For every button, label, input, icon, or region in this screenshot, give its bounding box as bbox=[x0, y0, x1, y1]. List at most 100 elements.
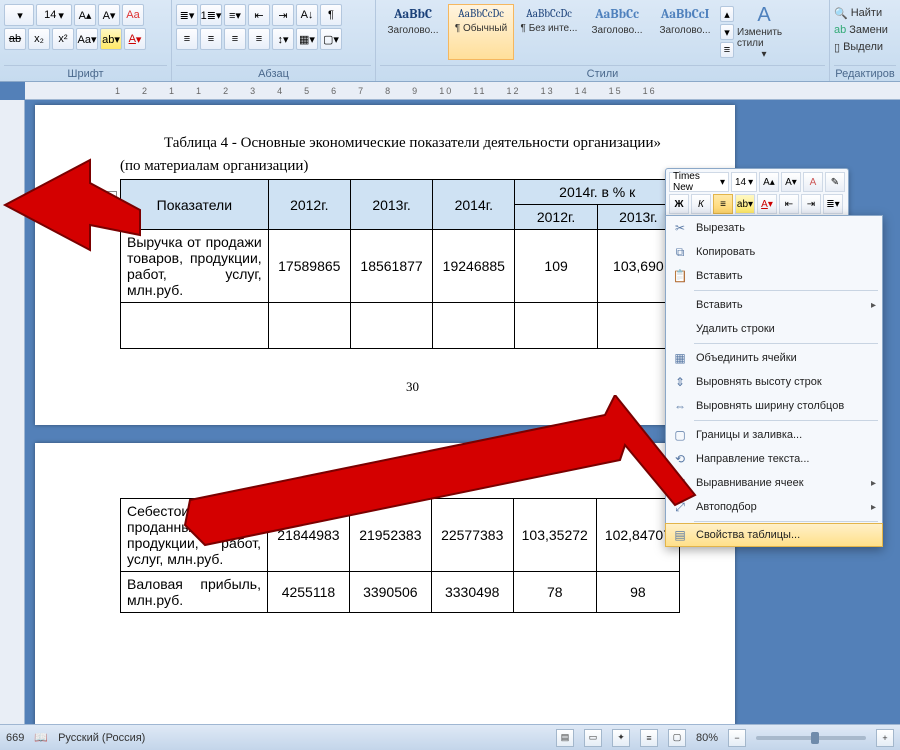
ctx-autofit[interactable]: ⤢Автоподбор bbox=[666, 495, 882, 519]
mini-italic[interactable]: К bbox=[691, 194, 711, 214]
mini-size-combo[interactable]: 14▾ bbox=[731, 172, 757, 192]
vertical-ruler[interactable] bbox=[0, 100, 25, 724]
table-move-handle[interactable]: ✥ bbox=[103, 191, 117, 205]
view-fullscreen[interactable]: ▭ bbox=[584, 729, 602, 747]
main-table-2[interactable]: Себестоимость проданных товаров, продукц… bbox=[120, 498, 680, 613]
shrink-font-button[interactable]: A▾ bbox=[98, 4, 120, 26]
style-nospace[interactable]: AaBbCcDc¶ Без инте... bbox=[516, 4, 582, 60]
align-right-button[interactable]: ≡ bbox=[224, 28, 246, 50]
th-sub-2012[interactable]: 2012г. bbox=[515, 205, 597, 230]
ctx-text-direction[interactable]: ⟲Направление текста... bbox=[666, 447, 882, 471]
cell-value[interactable]: 103,35272 bbox=[513, 499, 596, 572]
mini-highlight[interactable]: ab▾ bbox=[735, 194, 755, 214]
main-table[interactable]: Показатели 2012г. 2013г. 2014г. 2014г. в… bbox=[120, 179, 680, 349]
view-outline[interactable]: ≡ bbox=[640, 729, 658, 747]
font-size-combo[interactable]: 14▾ bbox=[36, 4, 72, 26]
cell-value[interactable]: 4255118 bbox=[268, 572, 350, 613]
style-heading2[interactable]: AaBbCcЗаголово... bbox=[584, 4, 650, 60]
mini-indent-inc[interactable]: ⇥ bbox=[801, 194, 821, 214]
cell-value[interactable]: 3390506 bbox=[349, 572, 431, 613]
mini-font-combo[interactable]: Times New▾ bbox=[669, 172, 729, 192]
styles-more-button[interactable]: ≡ bbox=[720, 42, 734, 58]
th-pct[interactable]: 2014г. в % к bbox=[515, 180, 680, 205]
select-button[interactable]: ▯Выдели bbox=[834, 39, 896, 55]
zoom-level[interactable]: 80% bbox=[696, 732, 718, 744]
horizontal-ruler[interactable]: 12112345678910111213141516 bbox=[25, 82, 900, 100]
th-2012[interactable]: 2012г. bbox=[268, 180, 350, 230]
sort-button[interactable]: A↓ bbox=[296, 4, 318, 26]
indent-inc-button[interactable]: ⇥ bbox=[272, 4, 294, 26]
shading-button[interactable]: ▦▾ bbox=[296, 28, 318, 50]
ctx-copy[interactable]: ⧉Копировать bbox=[666, 240, 882, 264]
find-button[interactable]: 🔍Найти bbox=[834, 5, 896, 21]
status-spell-icon[interactable]: 📖 bbox=[34, 731, 48, 744]
font-color-button[interactable]: A▾ bbox=[124, 28, 146, 50]
ctx-insert[interactable]: Вставить bbox=[666, 293, 882, 317]
superscript-button[interactable]: x² bbox=[52, 28, 74, 50]
cell-value[interactable]: 78 bbox=[513, 572, 596, 613]
ctx-table-properties[interactable]: ▤Свойства таблицы... bbox=[665, 523, 883, 547]
align-center-button[interactable]: ≡ bbox=[200, 28, 222, 50]
th-indicator[interactable]: Показатели bbox=[121, 180, 269, 230]
mini-bullets[interactable]: ≣▾ bbox=[823, 194, 843, 214]
style-heading3[interactable]: AaBbCcIЗаголово... bbox=[652, 4, 718, 60]
clear-format-button[interactable]: Aa bbox=[122, 4, 144, 26]
highlight-button[interactable]: ab▾ bbox=[100, 28, 122, 50]
view-print-layout[interactable]: ▤ bbox=[556, 729, 574, 747]
cell-value[interactable]: 21844983 bbox=[268, 499, 350, 572]
cell-value[interactable]: 18561877 bbox=[350, 230, 432, 303]
align-left-button[interactable]: ≡ bbox=[176, 28, 198, 50]
styles-up-button[interactable]: ▴ bbox=[720, 6, 734, 22]
zoom-slider[interactable] bbox=[756, 736, 866, 740]
ctx-row-height[interactable]: ⇕Выровнять высоту строк bbox=[666, 370, 882, 394]
cell-label[interactable]: Выручка от продажи товаров, продукции, р… bbox=[121, 230, 269, 303]
cell-label[interactable]: Валовая прибыль, млн.руб. bbox=[121, 572, 268, 613]
view-draft[interactable]: ▢ bbox=[668, 729, 686, 747]
ctx-paste[interactable]: 📋Вставить bbox=[666, 264, 882, 288]
mini-indent-dec[interactable]: ⇤ bbox=[779, 194, 799, 214]
mini-center[interactable]: ≡ bbox=[713, 194, 733, 214]
cell-value[interactable]: 98 bbox=[596, 572, 679, 613]
line-spacing-button[interactable]: ↕▾ bbox=[272, 28, 294, 50]
cell-value[interactable]: 109 bbox=[515, 230, 597, 303]
mini-styles[interactable]: A bbox=[803, 172, 823, 192]
style-heading1[interactable]: AaBbCЗаголово... bbox=[380, 4, 446, 60]
subscript-button[interactable]: x₂ bbox=[28, 28, 50, 50]
cell-label[interactable]: Себестоимость проданных товаров, продукц… bbox=[121, 499, 268, 572]
mini-font-color[interactable]: A▾ bbox=[757, 194, 777, 214]
borders-button[interactable]: ▢▾ bbox=[320, 28, 342, 50]
view-web[interactable]: ✦ bbox=[612, 729, 630, 747]
replace-button[interactable]: abЗамени bbox=[834, 22, 896, 38]
zoom-out-button[interactable]: − bbox=[728, 729, 746, 747]
ctx-borders-shading[interactable]: ▢Границы и заливка... bbox=[666, 423, 882, 447]
strike-button[interactable]: ab bbox=[4, 28, 26, 50]
cell-value[interactable]: 3330498 bbox=[431, 572, 513, 613]
cell-value[interactable]: 22577383 bbox=[431, 499, 513, 572]
change-case-button[interactable]: Aa▾ bbox=[76, 28, 98, 50]
indent-dec-button[interactable]: ⇤ bbox=[248, 4, 270, 26]
show-marks-button[interactable]: ¶ bbox=[320, 4, 342, 26]
ctx-col-width[interactable]: ⇔Выровнять ширину столбцов bbox=[666, 394, 882, 418]
change-styles-button[interactable]: A Изменить стили ▾ bbox=[736, 4, 792, 60]
cell-value[interactable]: 21952383 bbox=[349, 499, 431, 572]
cell-value[interactable]: 17589865 bbox=[268, 230, 350, 303]
status-language[interactable]: Русский (Россия) bbox=[58, 732, 145, 744]
grow-font-button[interactable]: A▴ bbox=[74, 4, 96, 26]
numbering-button[interactable]: 1≣▾ bbox=[200, 4, 222, 26]
ctx-cell-align[interactable]: ▦Выравнивание ячеек bbox=[666, 471, 882, 495]
style-normal[interactable]: AaBbCcDc¶ Обычный bbox=[448, 4, 514, 60]
mini-shrink-font[interactable]: A▾ bbox=[781, 172, 801, 192]
mini-bold[interactable]: Ж bbox=[669, 194, 689, 214]
multilevel-button[interactable]: ≡▾ bbox=[224, 4, 246, 26]
th-2013[interactable]: 2013г. bbox=[350, 180, 432, 230]
th-2014[interactable]: 2014г. bbox=[433, 180, 515, 230]
styles-down-button[interactable]: ▾ bbox=[720, 24, 734, 40]
ctx-delete-rows[interactable]: Удалить строки bbox=[666, 317, 882, 341]
cell-value[interactable]: 19246885 bbox=[433, 230, 515, 303]
font-name-combo[interactable]: ▾ bbox=[4, 4, 34, 26]
bullets-button[interactable]: ≣▾ bbox=[176, 4, 198, 26]
ctx-merge-cells[interactable]: ▦Объединить ячейки bbox=[666, 346, 882, 370]
mini-grow-font[interactable]: A▴ bbox=[759, 172, 779, 192]
ctx-cut[interactable]: ✂Вырезать bbox=[666, 216, 882, 240]
align-justify-button[interactable]: ≡ bbox=[248, 28, 270, 50]
